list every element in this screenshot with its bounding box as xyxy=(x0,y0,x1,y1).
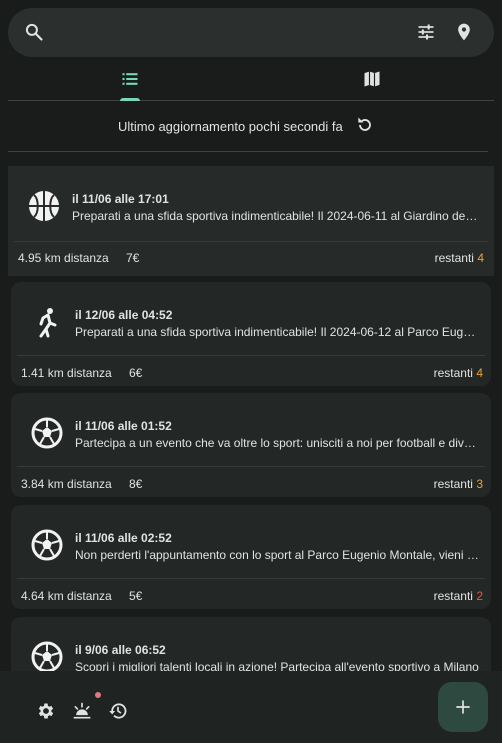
event-date: il 9/06 alle 06:52 xyxy=(75,643,166,657)
event-distance: 4.64 km distanza xyxy=(21,589,112,603)
running-icon xyxy=(39,308,57,338)
event-description: Preparati a una sfida sportiva indimenti… xyxy=(72,209,478,223)
event-description: Non perderti l'appuntamento con lo sport… xyxy=(75,548,481,562)
event-price: 7€ xyxy=(126,251,140,265)
event-distance: 3.84 km distanza xyxy=(21,477,112,491)
event-description: Partecipa a un evento che va oltre lo sp… xyxy=(75,436,481,450)
remaining-spots: restanti 2 xyxy=(434,589,483,603)
event-card[interactable]: il 11/06 alle 02:52 Non perderti l'appun… xyxy=(11,505,491,609)
card-divider xyxy=(17,466,485,467)
event-price: 8€ xyxy=(129,477,143,491)
last-update-text: Ultimo aggiornamento pochi secondi fa xyxy=(118,119,343,134)
card-divider xyxy=(17,355,485,356)
remaining-spots: restanti 3 xyxy=(434,477,483,491)
remaining-count: 4 xyxy=(477,251,484,265)
soccer-ball-icon xyxy=(31,641,63,671)
card-divider xyxy=(17,578,485,579)
event-distance: 1.41 km distanza xyxy=(21,366,112,380)
location-pin-icon[interactable] xyxy=(454,22,474,42)
active-tab-indicator xyxy=(120,98,140,101)
event-date: il 11/06 alle 01:52 xyxy=(75,419,172,433)
card-divider xyxy=(14,241,488,242)
bottom-navigation xyxy=(0,671,502,743)
remaining-spots: restanti 4 xyxy=(434,366,483,380)
search-icon[interactable] xyxy=(24,22,44,42)
remaining-count: 4 xyxy=(476,366,483,380)
event-list[interactable]: il 11/06 alle 17:01 Preparati a una sfid… xyxy=(8,166,494,671)
event-card[interactable]: il 9/06 alle 06:52 Scopri i migliori tal… xyxy=(11,617,491,671)
remaining-label: restanti xyxy=(433,589,473,603)
event-price: 5€ xyxy=(129,589,143,603)
map-icon xyxy=(364,71,380,87)
tune-icon[interactable] xyxy=(416,22,436,42)
event-description: Scopri i migliori talenti locali in azio… xyxy=(75,660,479,671)
tab-map[interactable] xyxy=(251,62,494,100)
basketball-icon xyxy=(29,191,59,221)
sunrise-icon[interactable] xyxy=(72,701,92,721)
plus-icon xyxy=(456,700,470,714)
view-tabs xyxy=(8,62,494,101)
tab-list[interactable] xyxy=(8,62,251,101)
soccer-ball-icon xyxy=(31,529,63,561)
event-card[interactable]: il 12/06 alle 04:52 Preparati a una sfid… xyxy=(11,282,491,386)
history-icon[interactable] xyxy=(108,701,128,721)
gear-icon[interactable] xyxy=(36,701,56,721)
remaining-count: 3 xyxy=(476,477,483,491)
event-card[interactable]: il 11/06 alle 17:01 Preparati a una sfid… xyxy=(8,166,494,276)
event-date: il 12/06 alle 04:52 xyxy=(75,308,173,322)
event-date: il 11/06 alle 02:52 xyxy=(75,531,172,545)
remaining-spots: restanti 4 xyxy=(435,251,484,265)
remaining-label: restanti xyxy=(433,477,473,491)
remaining-label: restanti xyxy=(433,366,473,380)
last-update-row: Ultimo aggiornamento pochi secondi fa xyxy=(8,106,488,152)
event-card[interactable]: il 11/06 alle 01:52 Partecipa a un event… xyxy=(11,393,491,497)
add-event-button[interactable] xyxy=(438,682,488,732)
event-price: 6€ xyxy=(129,366,143,380)
event-description: Preparati a una sfida sportiva indimenti… xyxy=(75,325,481,339)
event-date: il 11/06 alle 17:01 xyxy=(72,192,169,206)
notification-dot xyxy=(95,692,101,698)
remaining-count: 2 xyxy=(476,589,483,603)
soccer-ball-icon xyxy=(31,417,63,449)
remaining-label: restanti xyxy=(434,251,474,265)
event-distance: 4.95 km distanza xyxy=(18,251,109,265)
refresh-icon[interactable] xyxy=(355,115,375,135)
list-icon xyxy=(122,73,138,85)
search-bar[interactable] xyxy=(8,8,494,57)
